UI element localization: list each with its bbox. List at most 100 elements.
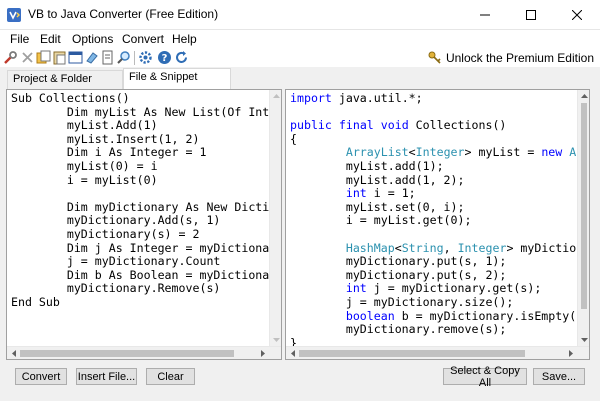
java-output-editor[interactable]: import java.util.*; public final void Co… xyxy=(285,89,590,360)
code-line: { xyxy=(290,131,297,146)
svg-text:?: ? xyxy=(162,53,168,64)
save-button[interactable]: Save... xyxy=(533,368,585,385)
code-line: int i = 1; xyxy=(345,186,416,201)
java-vertical-scrollbar[interactable] xyxy=(577,90,589,346)
scroll-up-icon[interactable] xyxy=(578,90,589,102)
cut-button[interactable] xyxy=(19,49,36,66)
document-button[interactable] xyxy=(99,49,116,66)
close-button[interactable] xyxy=(554,0,600,30)
wrench-icon xyxy=(4,51,17,64)
code-line: Dim j As Integer = myDictionary(s) xyxy=(11,240,282,255)
menu-help[interactable]: Help xyxy=(168,30,201,48)
menu-options[interactable]: Options xyxy=(68,30,117,48)
window-title: VB to Java Converter (Free Edition) xyxy=(28,7,219,21)
title-bar: VB to Java Converter (Free Edition) xyxy=(0,0,600,30)
close-icon xyxy=(572,10,582,20)
cut-icon xyxy=(22,52,33,63)
key-icon xyxy=(428,51,441,64)
java-horizontal-scrollbar[interactable] xyxy=(286,346,589,359)
refresh-button[interactable] xyxy=(173,49,190,66)
eraser-icon xyxy=(86,52,98,64)
find-button[interactable] xyxy=(115,49,132,66)
scroll-left-icon[interactable] xyxy=(286,347,299,359)
insert-file-button[interactable]: Insert File... xyxy=(76,368,137,385)
menu-file[interactable]: File xyxy=(6,30,33,48)
minimize-button[interactable] xyxy=(462,0,508,30)
find-icon xyxy=(117,51,130,64)
tab-file-snippet-converter[interactable]: File & Snippet Converter xyxy=(123,68,231,100)
toolbar-separator xyxy=(134,51,135,65)
tools-button[interactable] xyxy=(2,49,19,66)
scroll-down-icon[interactable] xyxy=(578,334,589,346)
vb-source-editor[interactable]: Sub Collections() Dim myList As New List… xyxy=(6,89,282,360)
menu-edit[interactable]: Edit xyxy=(36,30,65,48)
unlock-premium-link[interactable]: Unlock the Premium Edition xyxy=(428,49,594,66)
tab-bar: Project & Folder Converter File & Snippe… xyxy=(0,67,600,102)
java-vertical-thumb[interactable] xyxy=(581,103,587,309)
help-icon: ? xyxy=(158,51,171,64)
code-line: myList.Insert(1, 2) xyxy=(11,131,200,146)
bottom-action-bar: Convert Insert File... Clear Select & Co… xyxy=(0,360,600,401)
code-line: Dim myDictionary As New Dictionary(Of xyxy=(66,199,281,214)
code-line: myDictionary.remove(s); xyxy=(290,322,507,337)
vb-code-text[interactable]: Sub Collections() Dim myList As New List… xyxy=(11,91,282,310)
menu-bar: File Edit Options Convert Help xyxy=(0,30,600,48)
tab-project-folder-converter[interactable]: Project & Folder Converter xyxy=(7,70,123,102)
copy-button[interactable] xyxy=(35,49,52,66)
code-line: public final void Collections() xyxy=(290,118,507,133)
code-line: Dim b As Boolean = myDictionary.Count xyxy=(66,267,281,282)
code-line: myList.add(1, 2); xyxy=(290,172,465,187)
code-line: myList(0) = i xyxy=(11,158,158,173)
select-copy-all-button[interactable]: Select & Copy All xyxy=(443,365,527,389)
minimize-icon xyxy=(480,14,490,16)
code-line: myDictionary.Remove(s) xyxy=(11,281,221,296)
converter-panel: Sub Collections() Dim myList As New List… xyxy=(0,89,600,360)
document-icon xyxy=(102,50,113,65)
paste-button[interactable] xyxy=(51,49,68,66)
java-horizontal-thumb[interactable] xyxy=(299,350,525,357)
code-line: Dim myList As New List(Of Integer)() xyxy=(66,104,282,119)
code-line: int j = myDictionary.get(s); xyxy=(345,281,542,296)
window-icon xyxy=(68,51,83,64)
code-line: import java.util.*; xyxy=(290,91,423,105)
code-line: myDictionary.put(s, 1); xyxy=(290,254,507,269)
scroll-left-icon[interactable] xyxy=(7,347,20,359)
help-button[interactable]: ? xyxy=(156,49,173,66)
refresh-icon xyxy=(176,51,187,63)
unlock-premium-label: Unlock the Premium Edition xyxy=(445,50,594,65)
copy-icon xyxy=(36,50,51,64)
code-line: ArrayList<Integer> myList = new ArrayLis… xyxy=(345,145,589,160)
code-line: i = myList.get(0); xyxy=(290,213,472,228)
scroll-right-icon[interactable] xyxy=(564,347,577,359)
maximize-icon xyxy=(526,10,536,20)
clear-button[interactable]: Clear xyxy=(146,368,195,385)
convert-button[interactable]: Convert xyxy=(15,368,67,385)
code-line: myDictionary.Add(s, 1) xyxy=(11,213,221,228)
window-button[interactable] xyxy=(67,49,84,66)
java-code-text[interactable]: import java.util.*; public final void Co… xyxy=(290,91,590,350)
paste-icon xyxy=(53,51,66,65)
app-icon xyxy=(7,8,21,22)
code-line: myList.add(1); xyxy=(290,158,444,173)
scroll-right-icon[interactable] xyxy=(256,347,269,359)
maximize-button[interactable] xyxy=(508,0,554,30)
code-line: boolean b = myDictionary.isEmpty(); xyxy=(345,308,590,323)
scroll-down-icon[interactable] xyxy=(270,334,281,346)
code-line: i = myList(0) xyxy=(11,172,158,187)
settings-button[interactable] xyxy=(137,49,154,66)
code-line: Dim i As Integer = 1 xyxy=(11,145,207,160)
vb-horizontal-thumb[interactable] xyxy=(20,350,234,357)
code-line: myDictionary(s) = 2 xyxy=(11,226,200,241)
vb-vertical-scrollbar[interactable] xyxy=(269,90,281,346)
code-line: j = myDictionary.size(); xyxy=(290,294,514,309)
code-line: j = myDictionary.Count xyxy=(11,254,221,269)
menu-convert[interactable]: Convert xyxy=(118,30,168,48)
scroll-up-icon[interactable] xyxy=(270,90,281,102)
code-line: Sub Collections() xyxy=(11,91,130,105)
code-line: HashMap<String, Integer> myDictionary = … xyxy=(345,240,589,255)
vb-horizontal-scrollbar[interactable] xyxy=(7,346,281,359)
eraser-button[interactable] xyxy=(83,49,100,66)
